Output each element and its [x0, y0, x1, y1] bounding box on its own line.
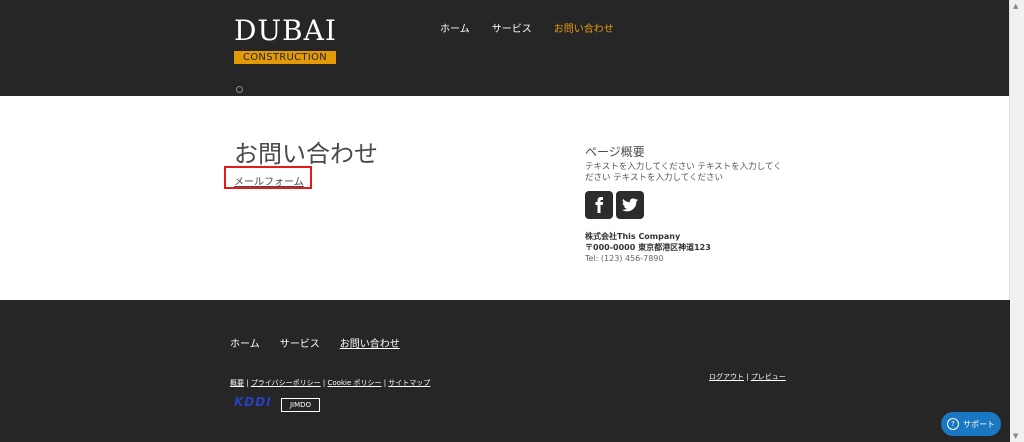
social-links	[585, 191, 644, 219]
site-footer: ホーム サービス お問い合わせ 概要 | プライバシーポリシー | Cookie…	[0, 300, 1010, 442]
nav-services[interactable]: サービス	[492, 20, 532, 35]
footer-separator: |	[244, 379, 251, 387]
footer-link-sitemap[interactable]: サイトマップ	[388, 379, 430, 387]
footer-nav-contact[interactable]: お問い合わせ	[340, 335, 400, 350]
company-info: 株式会社This Company 〒000-0000 東京都港区神道123 Te…	[585, 231, 711, 264]
nav-contact[interactable]: お問い合わせ	[554, 20, 614, 35]
scroll-up-arrow-icon[interactable]: ▲	[1013, 2, 1018, 10]
footer-separator: |	[744, 373, 751, 381]
company-name: 株式会社This Company	[585, 232, 681, 241]
help-icon: ?	[947, 418, 959, 430]
footer-nav-services[interactable]: サービス	[280, 335, 320, 350]
support-label: サポート	[963, 419, 995, 429]
scroll-down-arrow-icon[interactable]: ▼	[1013, 432, 1018, 440]
kddi-logo[interactable]: KDDI	[234, 395, 272, 409]
support-button[interactable]: ? サポート	[941, 412, 1001, 436]
twitter-icon[interactable]	[616, 191, 644, 219]
company-tel: Tel: (123) 456-7890	[585, 254, 664, 263]
slider-dot[interactable]	[236, 86, 243, 93]
footer-link-cookie[interactable]: Cookie ポリシー	[328, 379, 382, 387]
footer-nav-home[interactable]: ホーム	[230, 335, 260, 350]
preview-link[interactable]: プレビュー	[751, 373, 786, 381]
logout-link[interactable]: ログアウト	[709, 373, 744, 381]
footer-links: 概要 | プライバシーポリシー | Cookie ポリシー | サイトマップ	[230, 378, 430, 388]
site-header: DUBAI CONSTRUCTION ホーム サービス お問い合わせ	[0, 0, 1010, 96]
logo-subtitle[interactable]: CONSTRUCTION	[234, 51, 336, 64]
footer-link-privacy[interactable]: プライバシーポリシー	[251, 379, 321, 387]
logo-title[interactable]: DUBAI	[234, 16, 337, 46]
company-address: 〒000-0000 東京都港区神道123	[585, 243, 711, 252]
nav-home[interactable]: ホーム	[440, 20, 470, 35]
footer-admin-links: ログアウト | プレビュー	[709, 372, 786, 382]
highlight-box	[224, 166, 312, 189]
footer-link-about[interactable]: 概要	[230, 379, 244, 387]
page-title: お問い合わせ	[234, 140, 378, 168]
footer-nav: ホーム サービス お問い合わせ	[230, 335, 400, 350]
jimdo-logo[interactable]: JIMDO	[281, 398, 320, 412]
sidebar-text: テキストを入力してください テキストを入力してください テキストを入力してくださ…	[585, 162, 782, 183]
sidebar-title: ページ概要	[585, 145, 645, 159]
footer-separator: |	[320, 379, 328, 387]
main-nav: ホーム サービス お問い合わせ	[440, 20, 614, 35]
facebook-icon[interactable]	[585, 191, 613, 219]
page-scrollbar[interactable]: ▲ ▼	[1009, 0, 1024, 442]
